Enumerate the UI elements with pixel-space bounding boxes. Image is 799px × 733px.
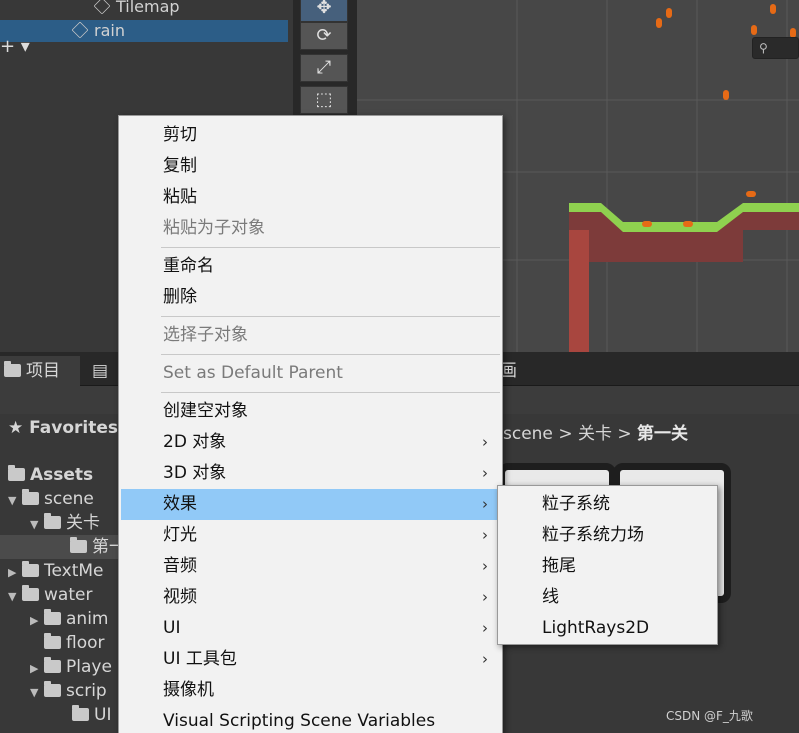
menu-item-copy[interactable]: 复制 — [121, 151, 500, 182]
scale-tool-icon[interactable]: ⤢ — [300, 54, 348, 82]
submenu-item-particle-system[interactable]: 粒子系统 — [500, 489, 715, 520]
folder-icon — [44, 681, 61, 697]
menu-item-video[interactable]: 视频 › — [121, 582, 500, 613]
menu-separator — [161, 316, 500, 317]
menu-item-visual-scripting-scene-variables[interactable]: Visual Scripting Scene Variables — [121, 706, 500, 733]
submenu-item-trail[interactable]: 拖尾 — [500, 551, 715, 582]
chevron-right-icon: › — [482, 588, 488, 606]
breadcrumb: scene > 关卡 > 第一关 — [503, 419, 688, 444]
menu-item-audio[interactable]: 音频 › — [121, 551, 500, 582]
folder-icon — [22, 489, 39, 505]
rotate-tool-icon[interactable]: ⟳ — [300, 22, 348, 50]
folder-icon — [44, 609, 61, 625]
tab-project[interactable]: 项目 — [0, 356, 80, 386]
folder-icon — [44, 513, 61, 529]
breadcrumb-separator: > — [617, 424, 632, 444]
menu-item-rename[interactable]: 重命名 — [121, 251, 500, 282]
breadcrumb-separator: > — [558, 424, 573, 444]
folder-icon — [4, 361, 21, 377]
tree-ui[interactable]: UI — [72, 703, 111, 727]
chevron-right-icon: › — [482, 650, 488, 668]
tree-player[interactable]: ▶ Playe — [30, 655, 112, 679]
menu-item-paste[interactable]: 粘贴 — [121, 182, 500, 213]
chevron-right-icon: › — [482, 619, 488, 637]
menu-item-create-empty[interactable]: 创建空对象 — [121, 396, 500, 427]
menu-item-3d-object[interactable]: 3D 对象 › — [121, 458, 500, 489]
breadcrumb-current: 第一关 — [637, 424, 689, 444]
hierarchy-item-rain[interactable]: rain — [0, 20, 288, 42]
folder-icon — [22, 561, 39, 577]
rect-tool-icon[interactable]: ⬚ — [300, 86, 348, 114]
folder-icon — [22, 585, 39, 601]
chevron-right-icon: › — [482, 433, 488, 451]
menu-item-light[interactable]: 灯光 › — [121, 520, 500, 551]
menu-item-camera[interactable]: 摄像机 — [121, 675, 500, 706]
tree-favorites[interactable]: ★ Favorites — [8, 416, 118, 440]
chevron-right-icon: › — [482, 464, 488, 482]
chevron-right-icon: › — [482, 526, 488, 544]
expand-arrow-icon: ▼ — [8, 590, 17, 603]
submenu-item-line[interactable]: 线 — [500, 582, 715, 613]
chevron-right-icon: › — [482, 557, 488, 575]
menu-item-cut[interactable]: 剪切 — [121, 120, 500, 151]
expand-arrow-icon: ▼ — [30, 518, 39, 531]
submenu-item-lightrays2d[interactable]: LightRays2D — [500, 613, 715, 644]
menu-item-select-children: 选择子对象 — [163, 325, 248, 345]
console-icon: ▤ — [92, 361, 109, 381]
collapse-arrow-icon: ▶ — [30, 614, 39, 627]
collapse-arrow-icon: ▶ — [30, 662, 39, 675]
tree-diyiguan[interactable]: 第一关 — [0, 535, 143, 559]
menu-item-effects[interactable]: 效果 › — [121, 489, 500, 520]
menu-separator — [161, 392, 500, 393]
tree-assets[interactable]: Assets — [8, 463, 93, 487]
menu-item-set-default-parent: Set as Default Parent — [163, 363, 343, 383]
menu-item-ui[interactable]: UI › — [121, 613, 500, 644]
move-tool-icon[interactable]: ✥ — [300, 0, 348, 22]
hierarchy-item-tilemap[interactable]: Tilemap — [0, 0, 288, 18]
folder-icon — [44, 633, 61, 649]
tree-guanka[interactable]: ▼ 关卡 — [30, 511, 100, 535]
folder-icon — [44, 657, 61, 673]
watermark: CSDN @F_九歌 — [666, 709, 753, 723]
menu-item-ui-toolkit[interactable]: UI 工具包 › — [121, 644, 500, 675]
tree-scene[interactable]: ▼ scene — [8, 487, 94, 511]
tree-textmesh[interactable]: ▶ TextMe — [8, 559, 104, 583]
tree-floor[interactable]: floor — [30, 631, 105, 655]
menu-separator — [161, 247, 500, 248]
create-add-button[interactable]: + ▾ — [0, 36, 30, 57]
star-icon: ★ — [8, 418, 24, 438]
effects-submenu: 粒子系统 粒子系统力场 拖尾 线 LightRays2D — [497, 485, 718, 645]
breadcrumb-guanka[interactable]: 关卡 — [578, 424, 612, 444]
folder-icon — [72, 705, 89, 721]
menu-item-delete[interactable]: 删除 — [121, 282, 500, 313]
context-menu: 剪切 复制 粘贴 粘贴为子对象 重命名 删除 选择子对象 Set as Defa… — [118, 115, 503, 733]
tree-script[interactable]: ▼ scrip — [30, 679, 107, 703]
tree-water[interactable]: ▼ water — [8, 583, 92, 607]
chevron-right-icon: › — [482, 495, 488, 513]
gameobject-cube-icon — [71, 21, 89, 39]
tree-anim[interactable]: ▶ anim — [30, 607, 108, 631]
gameobject-cube-icon — [93, 0, 111, 15]
menu-item-paste-as-child: 粘贴为子对象 — [163, 218, 265, 238]
submenu-item-particle-system-force-field[interactable]: 粒子系统力场 — [500, 520, 715, 551]
expand-arrow-icon: ▼ — [30, 686, 39, 699]
expand-arrow-icon: ▼ — [8, 494, 17, 507]
folder-icon — [70, 537, 87, 553]
breadcrumb-scene[interactable]: scene — [503, 424, 553, 444]
search-input[interactable]: ⚲ — [752, 37, 799, 59]
folder-icon — [8, 465, 25, 481]
magnifier-icon: ⚲ — [759, 41, 768, 55]
menu-item-2d-object[interactable]: 2D 对象 › — [121, 427, 500, 458]
menu-separator — [161, 354, 500, 355]
collapse-arrow-icon: ▶ — [8, 566, 17, 579]
